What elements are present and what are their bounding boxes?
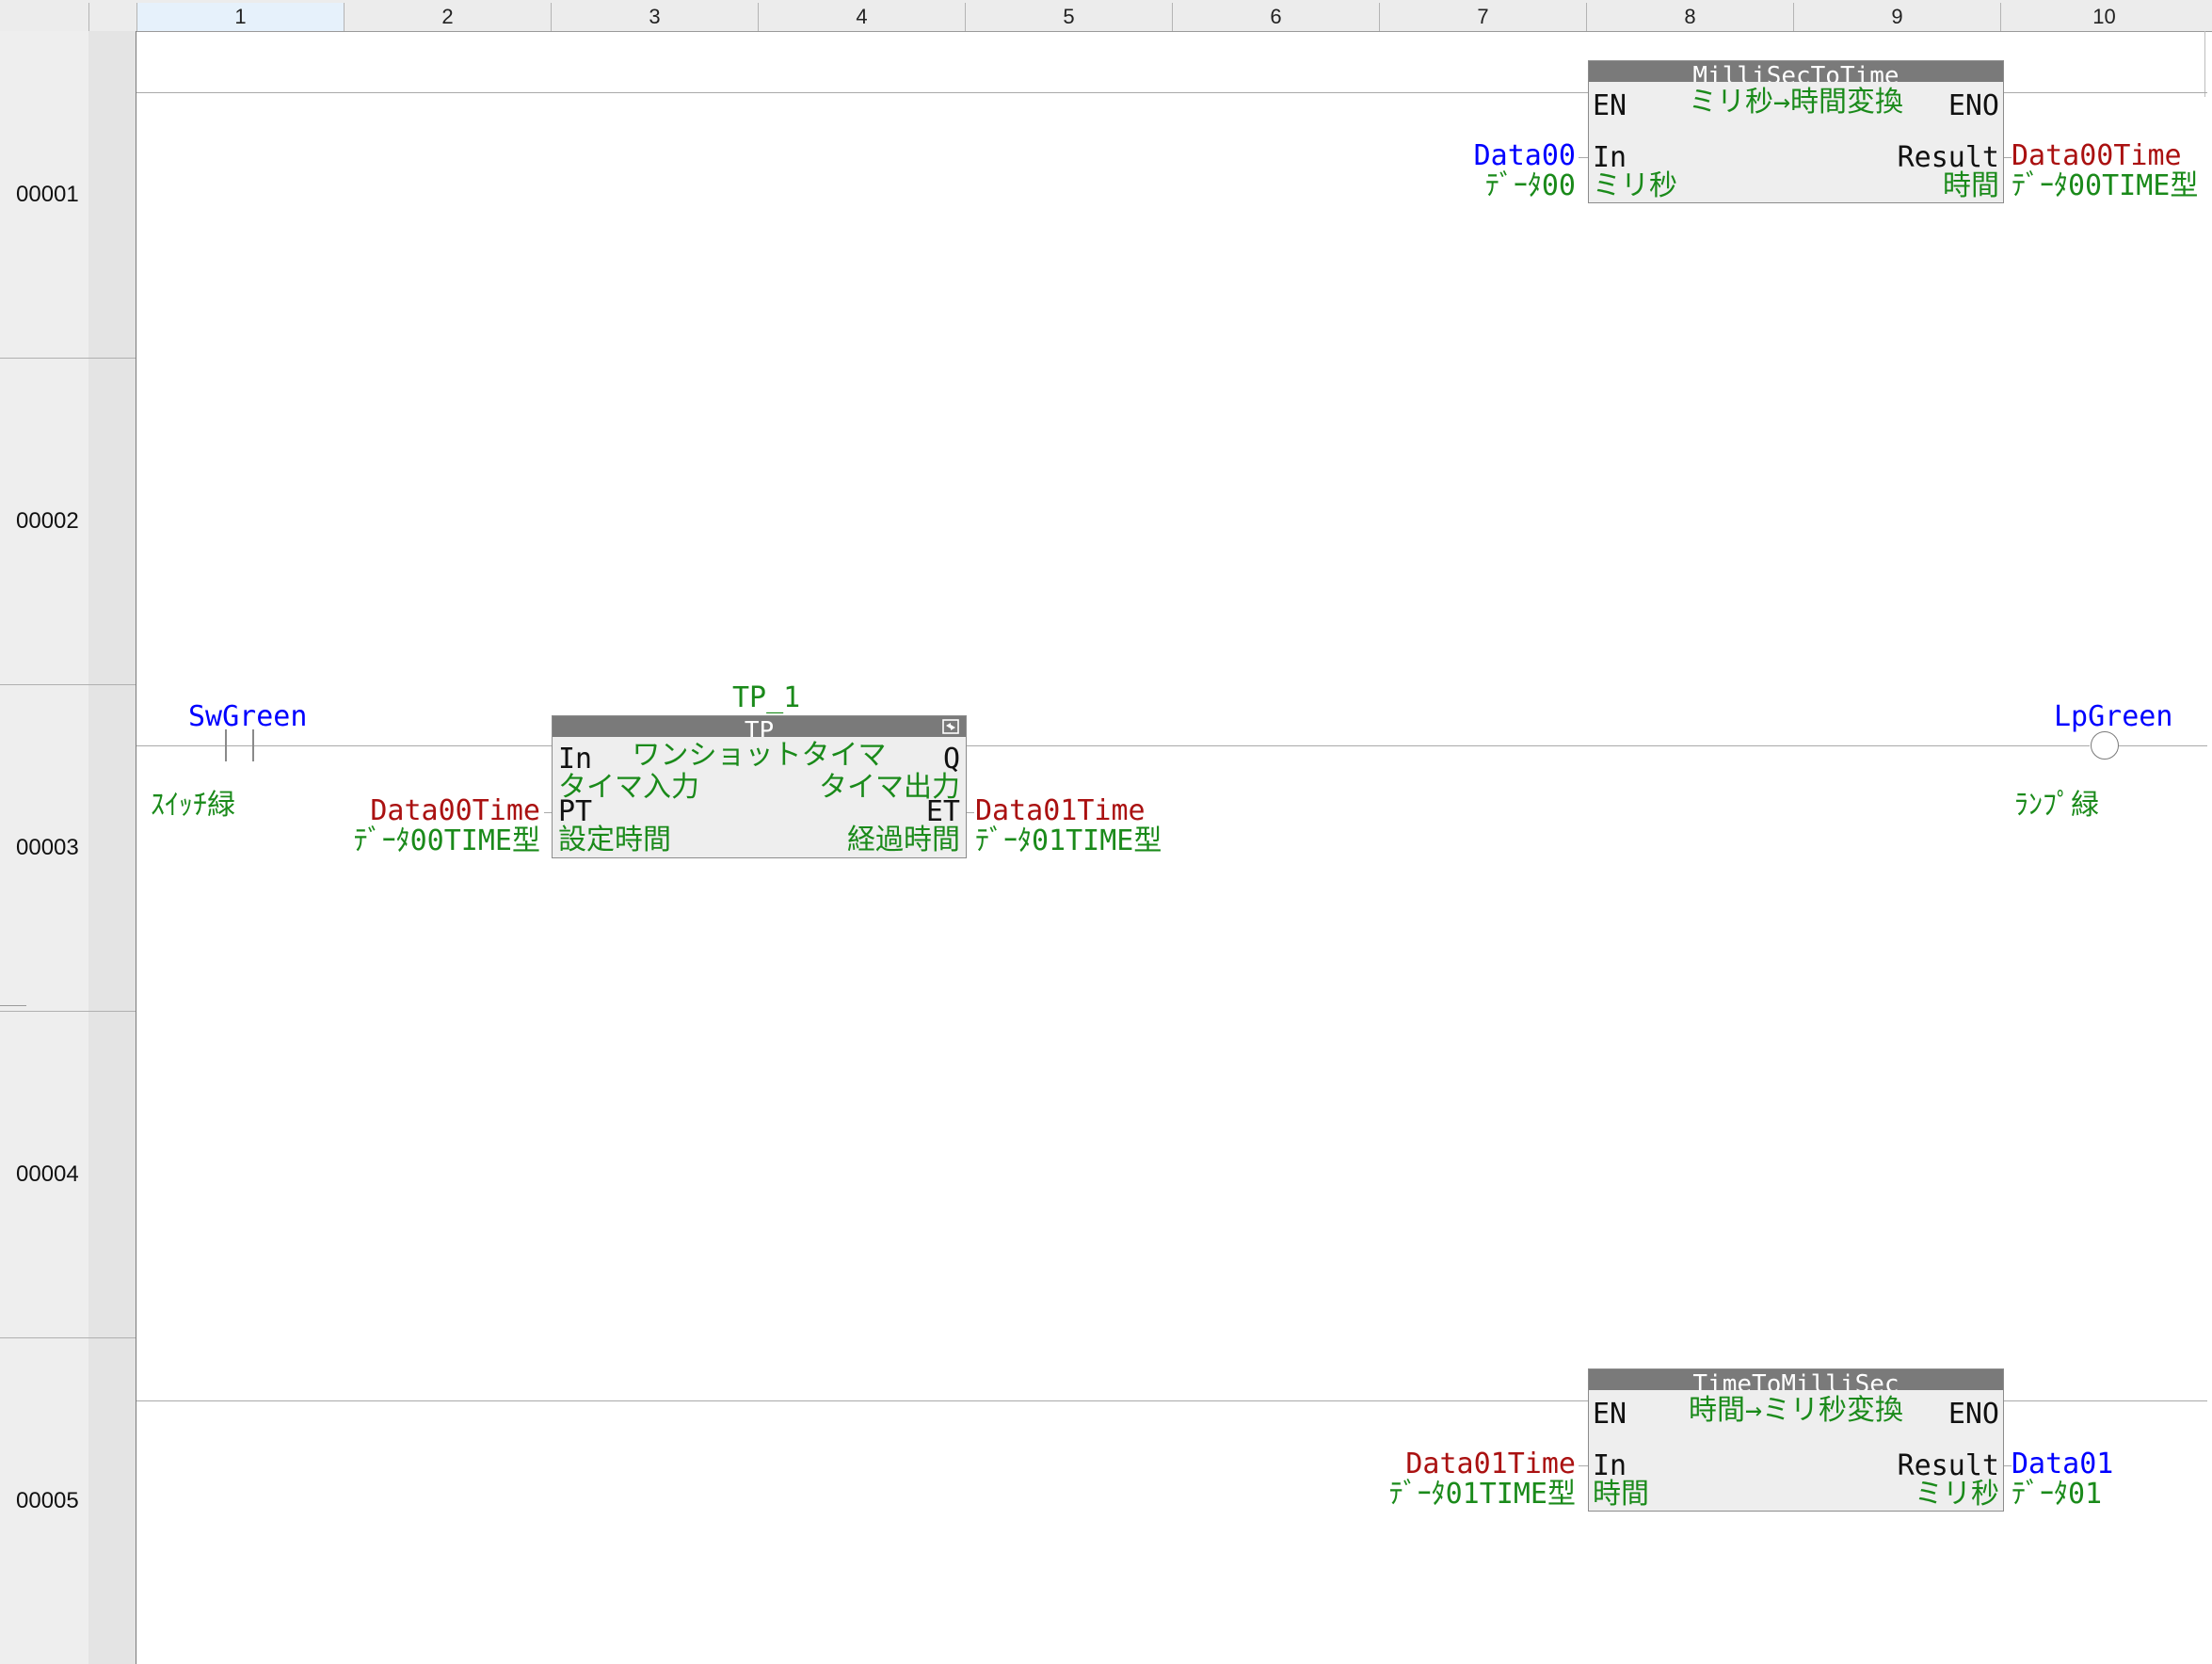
- variable-data01time-in[interactable]: Data01Time: [1405, 1449, 1576, 1480]
- contact-variable-swgreen[interactable]: SwGreen: [188, 702, 307, 732]
- row-margin: [88, 1012, 136, 1338]
- en-pin: EN: [1593, 1398, 1627, 1431]
- row-margin: [88, 31, 136, 359]
- eno-pin: ENO: [1948, 1398, 1999, 1431]
- out-connector: [2004, 1465, 2012, 1466]
- coil-comment: ﾗﾝﾌﾟ緑: [2014, 789, 2099, 822]
- column-9[interactable]: 9: [1793, 3, 2000, 31]
- block-type-label: MilliSecToTime: [1589, 61, 2003, 82]
- variable-comment-data00: ﾃﾞｰﾀ00: [1484, 169, 1576, 202]
- coil-symbol[interactable]: [2091, 731, 2119, 760]
- out-connector: [2004, 157, 2012, 158]
- et-pin-comment: 経過時間: [847, 824, 960, 856]
- column-6[interactable]: 6: [1172, 3, 1379, 31]
- result-pin-comment: 時間: [1943, 169, 1999, 202]
- variable-data00time[interactable]: Data00Time: [2012, 141, 2182, 171]
- block-comment: 時間→ミリ秒変換: [1688, 1394, 1904, 1427]
- column-10[interactable]: 10: [2000, 3, 2207, 31]
- in-pin-comment: 時間: [1593, 1478, 1649, 1511]
- row-margin: [88, 685, 136, 1012]
- eno-pin: ENO: [1948, 89, 1999, 122]
- contact-right-bar: [252, 729, 254, 761]
- column-4[interactable]: 4: [758, 3, 965, 31]
- rung-line-3: [136, 745, 2090, 746]
- column-1[interactable]: 1: [136, 3, 344, 31]
- in-pin-comment: ミリ秒: [1593, 169, 1677, 202]
- tp-instance-name[interactable]: TP_1: [732, 683, 800, 713]
- variable-comment-data01: ﾃﾞｰﾀ01: [2012, 1478, 2103, 1511]
- row-margin: [88, 359, 136, 685]
- variable-comment-in: ﾃﾞｰﾀ01TIME型: [1388, 1478, 1576, 1511]
- block-type-label: TimeToMilliSec: [1589, 1369, 2003, 1390]
- time-to-millisec-block[interactable]: TimeToMilliSec 時間→ミリ秒変換 EN ENO In 時間 Res…: [1588, 1368, 2004, 1512]
- block-type-label: TP: [553, 716, 966, 737]
- column-3[interactable]: 3: [551, 3, 758, 31]
- rung-line-3-end: [2119, 745, 2207, 746]
- row-number-3[interactable]: 00003: [0, 685, 88, 1012]
- row-number-label: 00002: [16, 508, 79, 534]
- column-header: 1 2 3 4 5 6 7 8 9 10: [0, 0, 2212, 32]
- variable-comment-data00time: ﾃﾞｰﾀ00TIME型: [2012, 169, 2199, 202]
- row-number-label: 00004: [16, 1161, 79, 1187]
- column-header-corner: [88, 3, 136, 31]
- variable-data00[interactable]: Data00: [1474, 141, 1576, 171]
- column-2[interactable]: 2: [344, 3, 551, 31]
- variable-data01[interactable]: Data01: [2012, 1449, 2113, 1480]
- column-5[interactable]: 5: [965, 3, 1172, 31]
- variable-comment-pt: ﾃﾞｰﾀ00TIME型: [353, 824, 540, 857]
- block-comment: ミリ秒→時間変換: [1688, 86, 1904, 119]
- row-number-label: 00003: [16, 835, 79, 860]
- variable-data01time-et[interactable]: Data01Time: [975, 796, 1146, 826]
- result-pin-comment: ミリ秒: [1915, 1478, 1999, 1511]
- et-connector: [967, 812, 974, 813]
- row-number-label: 00005: [16, 1488, 79, 1513]
- in-connector: [1579, 1465, 1588, 1466]
- in-connector: [1579, 157, 1588, 158]
- variable-data00time-pt[interactable]: Data00Time: [370, 796, 540, 826]
- variable-comment-et: ﾃﾞｰﾀ01TIME型: [975, 824, 1162, 857]
- refresh-icon: [942, 719, 959, 734]
- row-divider-tick: [0, 1005, 26, 1006]
- column-8[interactable]: 8: [1586, 3, 1793, 31]
- column-7[interactable]: 7: [1379, 3, 1586, 31]
- pt-connector: [544, 812, 552, 813]
- en-pin: EN: [1593, 89, 1627, 122]
- contact-left-bar: [225, 729, 227, 761]
- tp-timer-block[interactable]: TP ワンショットタイマ In タイマ入力 Q タイマ出力 PT 設定時間 ET…: [552, 715, 967, 858]
- row-margin: [88, 1338, 136, 1664]
- row-number-1[interactable]: 00001: [0, 31, 88, 359]
- row-number-5[interactable]: 00005: [0, 1338, 88, 1664]
- row-number-4[interactable]: 00004: [0, 1012, 88, 1338]
- row-number-label: 00001: [16, 181, 79, 207]
- pt-pin-comment: 設定時間: [558, 824, 671, 856]
- right-edge-line: [2204, 31, 2205, 97]
- coil-variable-lpgreen[interactable]: LpGreen: [2054, 702, 2172, 732]
- block-comment: ワンショットタイマ: [632, 739, 887, 772]
- millisec-to-time-block[interactable]: MilliSecToTime ミリ秒→時間変換 EN ENO In ミリ秒 Re…: [1588, 60, 2004, 203]
- row-number-2[interactable]: 00002: [0, 359, 88, 685]
- contact-comment: ｽｲｯﾁ緑: [151, 789, 235, 822]
